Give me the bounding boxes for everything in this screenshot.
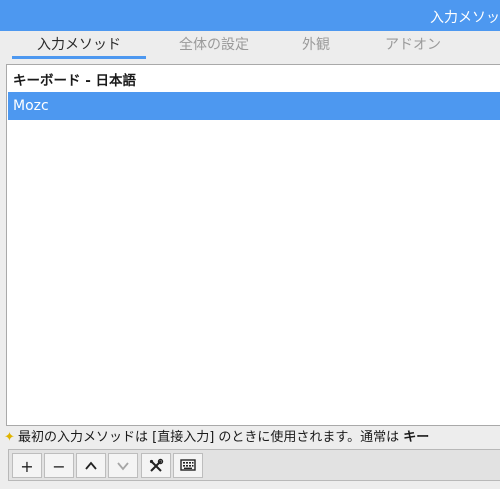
list-item-mozc[interactable]: Mozc [8,92,500,120]
lightbulb-icon: ✦ [4,430,15,445]
tab-input-method-label: 入力メソッド [37,37,121,53]
add-button[interactable]: + [12,453,42,478]
tab-appearance-label: 外観 [302,37,330,53]
list-group-header: キーボード - 日本語 [13,73,137,89]
hint-text: ✦ 最初の入力メソッドは [直接入力] のときに使用されます。通常は キー [4,428,429,448]
down-chevron-icon [117,462,129,471]
tab-addons-label: アドオン [385,37,441,53]
list-toolbar: + − [8,449,500,481]
window-title: 入力メソッ [430,10,500,26]
remove-button[interactable]: − [44,453,74,478]
tab-global-settings-label: 全体の設定 [179,37,249,53]
add-icon: + [20,457,34,476]
fcitx-config-window: 入力メソッ 入力メソッド 全体の設定 外観 アドオン キーボード - 日本語 M… [0,0,500,489]
tab-input-method[interactable]: 入力メソッド [12,31,146,61]
tab-appearance[interactable]: 外観 [284,31,348,61]
tab-global-settings[interactable]: 全体の設定 [160,31,268,61]
tab-addons[interactable]: アドオン [370,31,456,61]
remove-icon: − [52,457,66,476]
input-method-list[interactable]: キーボード - 日本語 Mozc [6,64,500,426]
tools-icon [149,458,164,472]
title-bar[interactable]: 入力メソッ [0,0,500,31]
hint-text-bold: キー [403,430,430,445]
configure-button[interactable] [141,453,171,478]
active-tab-indicator [12,56,146,59]
keyboard-icon [180,459,196,471]
move-down-button[interactable] [108,453,138,478]
up-chevron-icon [85,461,97,470]
tab-bar: 入力メソッド 全体の設定 外観 アドオン [0,31,500,61]
move-up-button[interactable] [76,453,106,478]
keyboard-layout-button[interactable] [173,453,203,478]
hint-text-body: 最初の入力メソッドは [直接入力] のときに使用されます。通常は [18,430,404,445]
